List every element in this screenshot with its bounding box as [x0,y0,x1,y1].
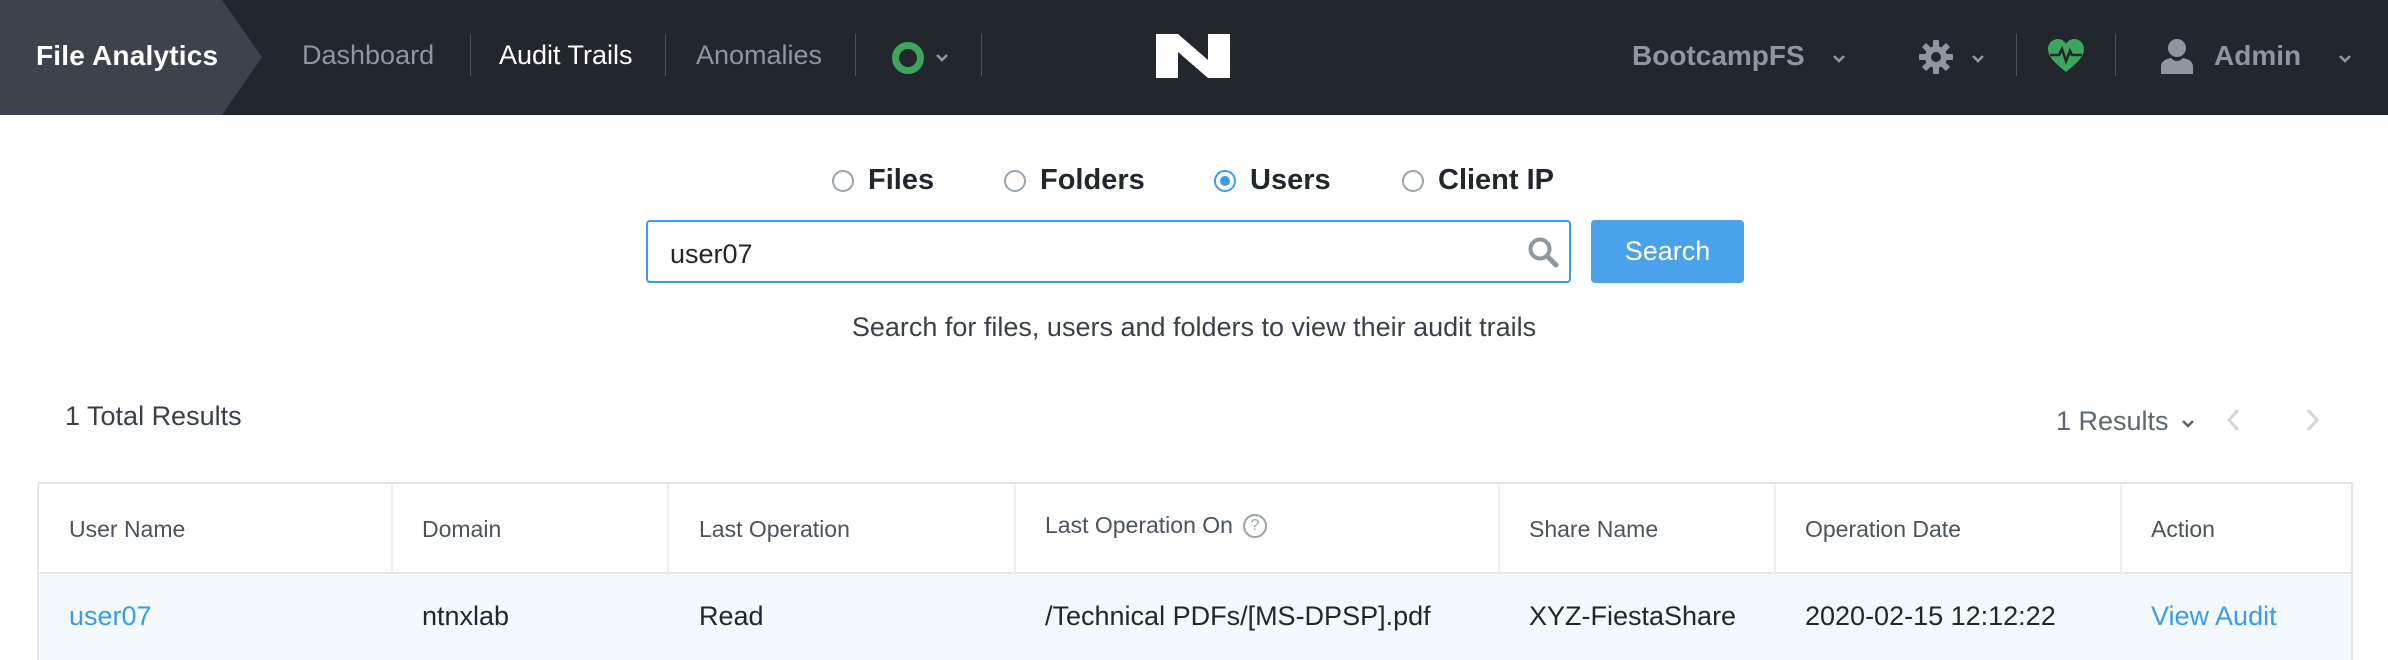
nav-dashboard[interactable]: Dashboard [302,40,434,71]
search-icon[interactable] [1527,236,1559,268]
user-name-link[interactable]: user07 [69,601,152,632]
nav-audit-trails[interactable]: Audit Trails [499,40,633,71]
nav-anomalies[interactable]: Anomalies [696,40,822,71]
radio-label[interactable]: Folders [1040,164,1145,197]
search-input-value[interactable]: user07 [670,239,753,270]
operation-date-cell: 2020-02-15 12:12:22 [1805,601,2056,631]
chevron-down-icon[interactable] [2337,51,2353,67]
audit-results-table: User Name Domain Last Operation Last Ope… [37,482,2353,660]
table-row[interactable]: user07 ntnxlab Read /Technical PDFs/[MS-… [39,575,2351,660]
column-header-action: Action [2151,516,2215,542]
column-header-last-operation[interactable]: Last Operation [699,516,850,543]
help-icon[interactable]: ? [1242,513,1267,538]
chevron-down-icon[interactable] [934,50,950,66]
radio-folders[interactable]: Folders [1004,164,1145,197]
table-header: User Name Domain Last Operation Last Ope… [39,484,2351,574]
radio-users[interactable]: Users [1214,164,1331,197]
chevron-down-icon[interactable] [1831,51,1847,67]
status-dot-icon[interactable] [892,42,924,74]
health-heart-icon[interactable] [2047,38,2085,74]
radio-button-selected[interactable] [1214,169,1236,192]
column-header-share-name[interactable]: Share Name [1529,516,1658,543]
user-icon[interactable] [2160,38,2194,74]
total-results: 1 Total Results [65,401,242,431]
file-server-selector[interactable]: BootcampFS [1632,40,1805,72]
radio-button[interactable] [1004,169,1026,192]
results-per-page-selector[interactable]: 1 Results [2056,406,2169,437]
top-nav-bar: File Analytics Dashboard Audit Trails An… [0,0,2388,115]
column-header-label[interactable]: Last Operation On [1045,512,1233,539]
column-header-operation-date[interactable]: Operation Date [1805,516,1961,543]
search-helper-text: Search for files, users and folders to v… [851,312,1537,342]
search-button[interactable]: Search [1591,220,1744,283]
nav-divider [855,34,856,76]
user-menu[interactable]: Admin [2214,40,2301,72]
radio-label[interactable]: Client IP [1438,164,1554,197]
search-input[interactable]: user07 [646,220,1571,283]
radio-label[interactable]: Files [868,164,934,197]
chevron-left-icon[interactable] [2222,406,2246,434]
nutanix-logo[interactable] [1156,34,1230,78]
domain-cell: ntnxlab [422,601,510,631]
gear-icon[interactable] [1918,39,1954,75]
app-title[interactable]: File Analytics [36,40,218,72]
share-name-cell: XYZ-FiestaShare [1529,601,1737,631]
column-header-last-operation-on[interactable]: Last Operation On ? [1045,512,1267,539]
chevron-right-icon[interactable] [2300,406,2324,434]
chevron-down-icon[interactable] [1970,51,1986,67]
radio-label[interactable]: Users [1250,164,1331,197]
view-audit-link[interactable]: View Audit [2151,601,2277,632]
last-operation-cell: Read [699,601,764,631]
nav-divider [981,34,982,76]
chevron-down-icon[interactable] [2180,416,2196,432]
radio-button[interactable] [1402,169,1424,192]
column-header-domain[interactable]: Domain [422,516,501,543]
nav-divider [2016,34,2017,76]
radio-files[interactable]: Files [832,164,934,197]
nav-divider [470,34,471,76]
last-operation-on-cell: /Technical PDFs/[MS-DPSP].pdf [1045,601,1431,631]
radio-button[interactable] [832,169,854,192]
radio-client-ip[interactable]: Client IP [1402,164,1554,197]
nav-divider [665,34,666,76]
nav-divider [2115,34,2116,76]
column-header-user-name[interactable]: User Name [69,516,185,543]
